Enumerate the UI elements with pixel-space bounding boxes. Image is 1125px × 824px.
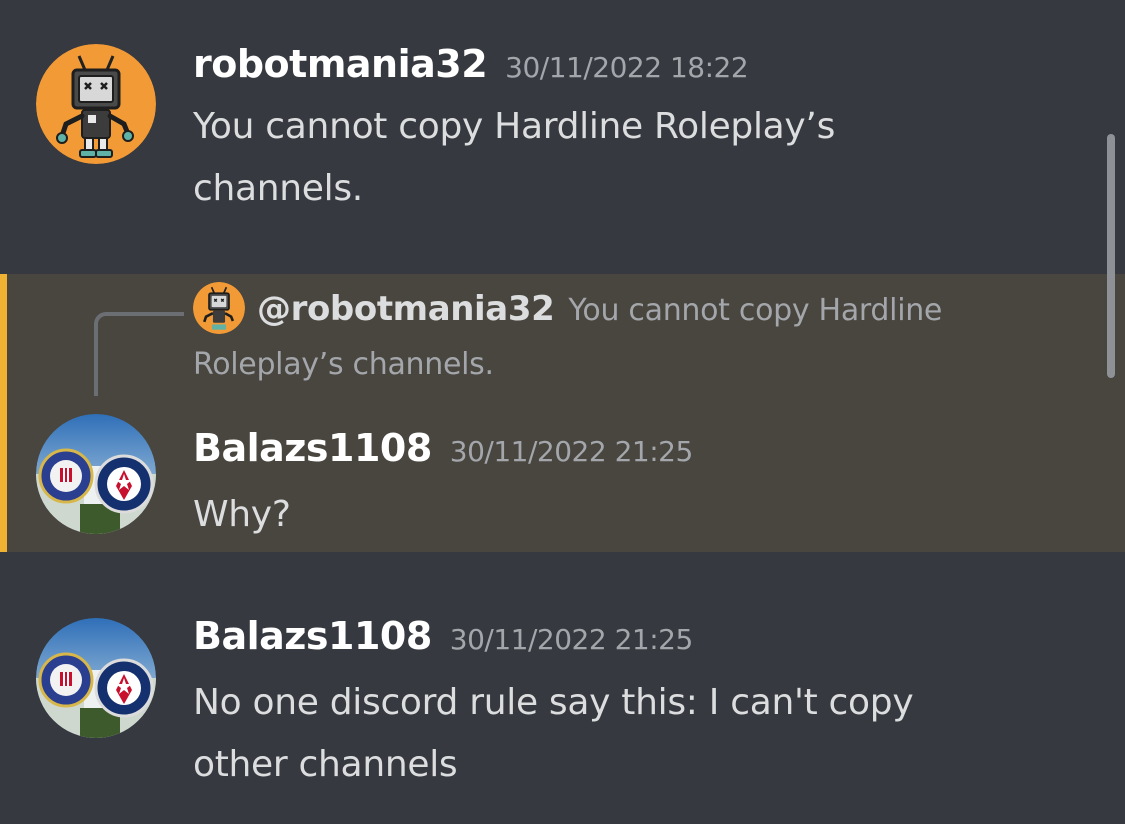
username[interactable]: robotmania32 — [193, 42, 488, 86]
message-header: Balazs1108 30/11/2022 21:25 — [193, 426, 693, 470]
robot-avatar-icon[interactable] — [36, 44, 156, 164]
message-header: robotmania32 30/11/2022 18:22 — [193, 42, 749, 86]
chat-message-list: robotmania32 30/11/2022 18:22 You cannot … — [0, 0, 1125, 824]
message-content: Why? — [193, 494, 291, 535]
timestamp: 30/11/2022 21:25 — [449, 435, 693, 468]
reply-username[interactable]: @robotmania32 — [257, 289, 555, 329]
timestamp: 30/11/2022 21:25 — [449, 623, 693, 656]
timestamp: 30/11/2022 18:22 — [505, 51, 749, 84]
reply-connector — [94, 312, 184, 396]
message-item[interactable]: robotmania32 30/11/2022 18:22 You cannot … — [0, 0, 1125, 274]
message-item[interactable]: Balazs1108 30/11/2022 21:25 No one discor… — [0, 600, 1125, 824]
scrollbar[interactable] — [1107, 134, 1115, 378]
agency-seals-avatar-icon[interactable] — [36, 414, 156, 534]
reply-reference[interactable]: @robotmania32 You cannot copy Hardline Ro… — [193, 281, 1053, 392]
message-content: No one discord rule say this: I can't co… — [193, 682, 914, 785]
robot-avatar-icon — [193, 281, 245, 334]
message-content: You cannot copy Hardline Roleplay’s chan… — [193, 106, 836, 209]
message-item[interactable]: Balazs1108 30/11/2022 21:25 Why? — [0, 400, 1125, 552]
username[interactable]: Balazs1108 — [193, 614, 432, 658]
username[interactable]: Balazs1108 — [193, 426, 432, 470]
message-header: Balazs1108 30/11/2022 21:25 — [193, 614, 693, 658]
agency-seals-avatar-icon[interactable] — [36, 618, 156, 738]
